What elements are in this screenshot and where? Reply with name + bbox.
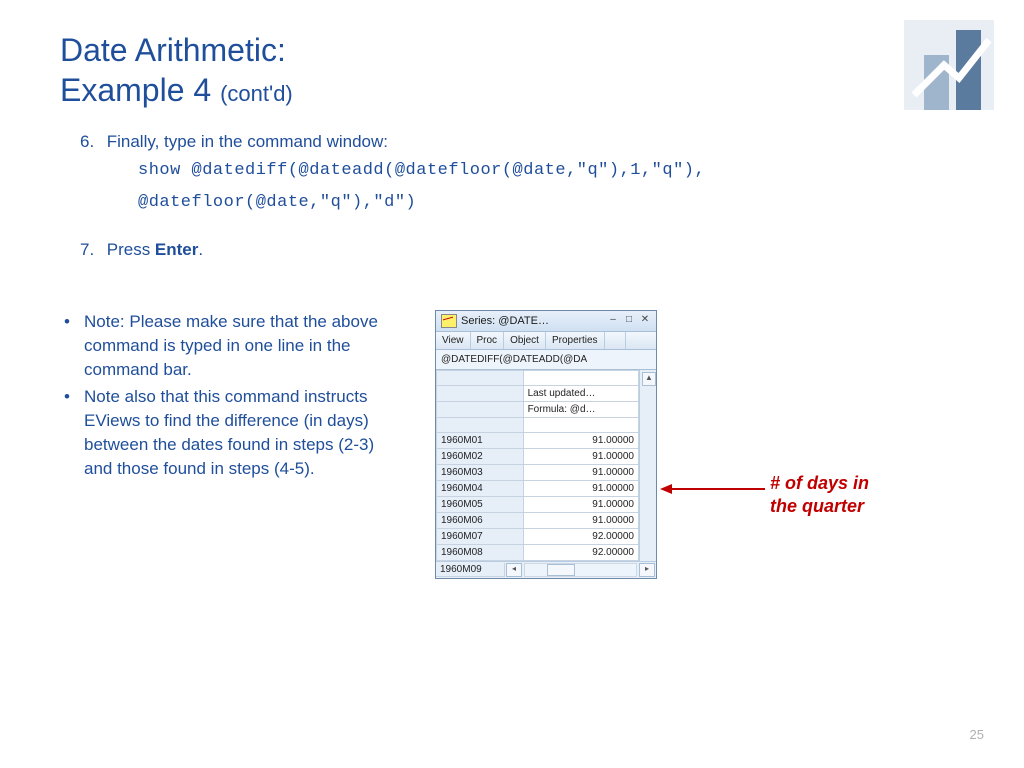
formula-label: Formula: @d… bbox=[523, 402, 638, 418]
table-row: 1960M0291.00000 bbox=[437, 449, 639, 465]
title-line1: Date Arithmetic: bbox=[60, 32, 286, 68]
close-button[interactable]: ✕ bbox=[639, 315, 651, 327]
logo bbox=[904, 20, 994, 110]
toolbar-more[interactable] bbox=[605, 332, 626, 349]
page-number: 25 bbox=[970, 727, 984, 742]
step-7-prefix: Press bbox=[107, 240, 155, 259]
callout-text: # of days in the quarter bbox=[770, 472, 869, 519]
last-updated: Last updated… bbox=[523, 386, 638, 402]
note-1: Note: Please make sure that the above co… bbox=[84, 310, 404, 381]
scroll-track[interactable] bbox=[524, 563, 637, 577]
callout-line1: # of days in bbox=[770, 473, 869, 493]
toolbar-proc[interactable]: Proc bbox=[471, 332, 505, 349]
title-line2: Example 4 bbox=[60, 72, 211, 108]
data-table: Last updated… Formula: @d… 1960M0191.000… bbox=[436, 370, 639, 561]
step-7-number: 7. bbox=[80, 236, 102, 263]
callout-line2: the quarter bbox=[770, 496, 864, 516]
step-7: 7. Press Enter. bbox=[80, 236, 964, 263]
scroll-left-button[interactable]: ◂ bbox=[506, 563, 522, 577]
horizontal-scrollbar[interactable]: 1960M09 ◂ ▸ bbox=[436, 561, 656, 578]
last-row-key: 1960M09 bbox=[436, 563, 505, 577]
notes-block: •Note: Please make sure that the above c… bbox=[64, 310, 404, 485]
step-6: 6. Finally, type in the command window: bbox=[80, 128, 964, 155]
eviews-series-window: Series: @DATE… – □ ✕ View Proc Object Pr… bbox=[435, 310, 657, 579]
table-row: 1960M0792.00000 bbox=[437, 529, 639, 545]
step-7-bold: Enter bbox=[155, 240, 198, 259]
window-title: Series: @DATE… bbox=[461, 315, 603, 327]
formula-bar: @DATEDIFF(@DATEADD(@DA bbox=[436, 350, 656, 370]
note-2: Note also that this command instructs EV… bbox=[84, 385, 404, 480]
code-line-2: @datefloor(@date,"q"),"d") bbox=[138, 187, 964, 218]
vertical-scrollbar[interactable]: ▲ bbox=[639, 370, 656, 561]
step-7-suffix: . bbox=[198, 240, 203, 259]
table-row: 1960M0191.00000 bbox=[437, 433, 639, 449]
code-line-1: show @datediff(@dateadd(@datefloor(@date… bbox=[138, 155, 964, 186]
scroll-thumb[interactable] bbox=[547, 564, 575, 576]
table-row: 1960M0391.00000 bbox=[437, 465, 639, 481]
title-contd: (cont'd) bbox=[220, 81, 293, 106]
maximize-button[interactable]: □ bbox=[623, 315, 635, 327]
scroll-right-button[interactable]: ▸ bbox=[639, 563, 655, 577]
slide-title: Date Arithmetic: Example 4 (cont'd) bbox=[60, 30, 964, 110]
table-row: 1960M0892.00000 bbox=[437, 545, 639, 561]
table-row: 1960M0691.00000 bbox=[437, 513, 639, 529]
scroll-up-button[interactable]: ▲ bbox=[642, 372, 656, 386]
minimize-button[interactable]: – bbox=[607, 315, 619, 327]
toolbar-object[interactable]: Object bbox=[504, 332, 546, 349]
window-titlebar[interactable]: Series: @DATE… – □ ✕ bbox=[436, 311, 656, 332]
toolbar-properties[interactable]: Properties bbox=[546, 332, 605, 349]
series-icon bbox=[441, 314, 457, 328]
callout-arrow bbox=[660, 484, 765, 494]
table-row: 1960M0591.00000 bbox=[437, 497, 639, 513]
step-6-text: Finally, type in the command window: bbox=[107, 132, 388, 151]
toolbar-view[interactable]: View bbox=[436, 332, 471, 349]
table-row: 1960M0491.00000 bbox=[437, 481, 639, 497]
window-toolbar: View Proc Object Properties bbox=[436, 332, 656, 350]
step-6-number: 6. bbox=[80, 128, 102, 155]
